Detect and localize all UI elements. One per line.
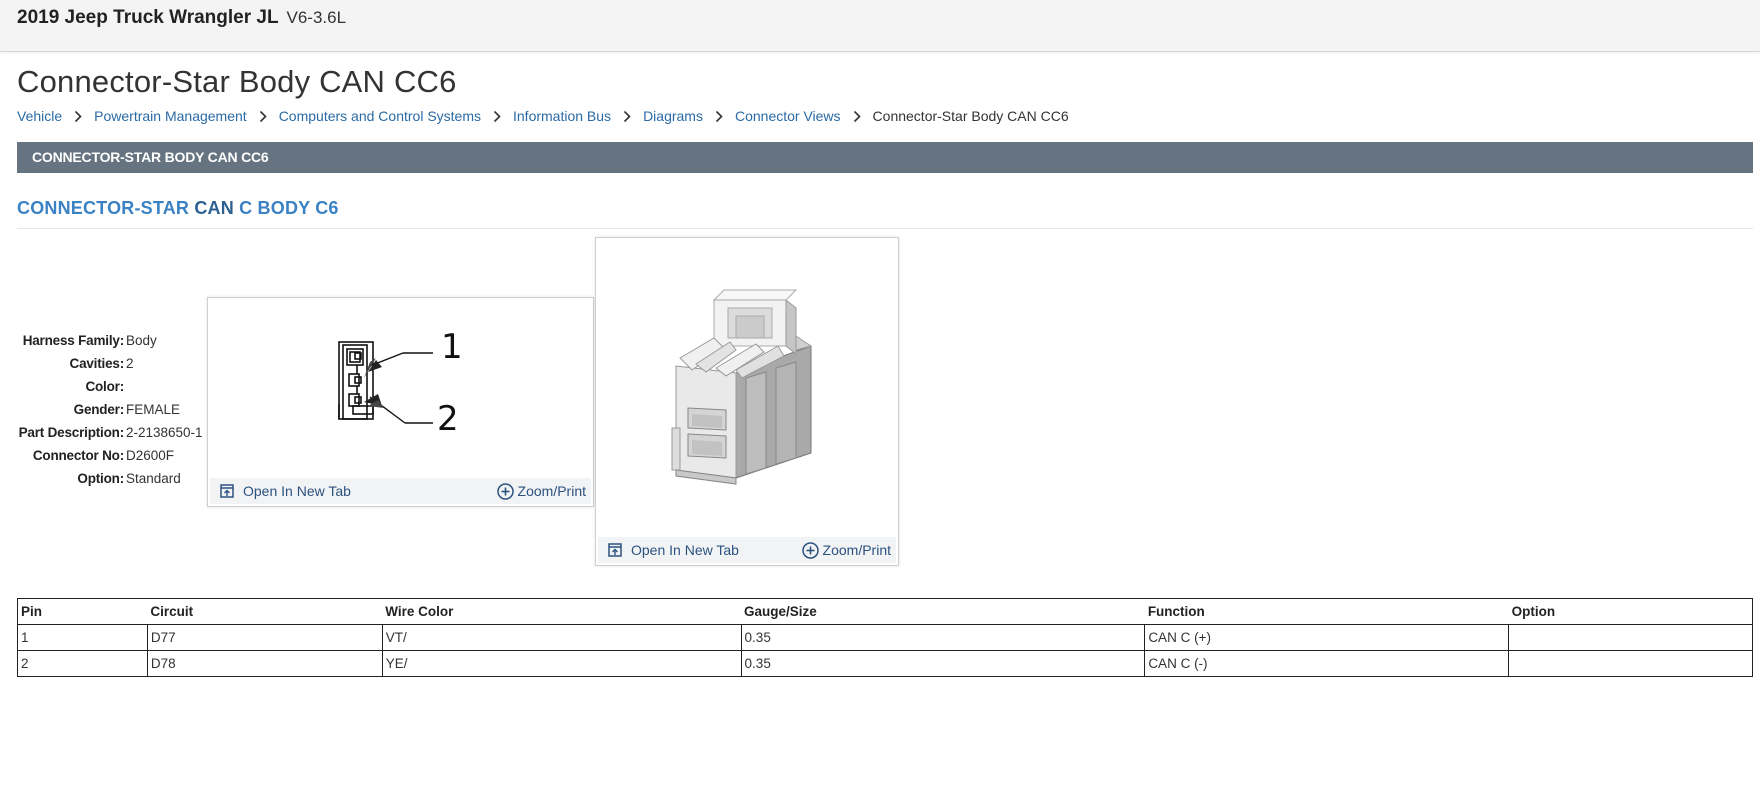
cell-pin: 1 — [17, 624, 148, 651]
chevron-right-icon — [62, 110, 94, 123]
breadcrumb-information-bus[interactable]: Information Bus — [513, 108, 611, 124]
breadcrumb-diagrams[interactable]: Diagrams — [643, 108, 703, 124]
property-connector-no: Connector No: D2600F — [17, 444, 203, 467]
zoom-plus-icon — [801, 541, 819, 559]
property-label: Part Description: — [18, 425, 125, 440]
property-value: FEMALE — [126, 402, 181, 417]
property-value: Standard — [126, 471, 181, 486]
heading-divider — [17, 228, 1753, 229]
zoom-plus-icon — [496, 482, 514, 500]
chevron-right-icon — [841, 110, 873, 123]
property-value: 2 — [126, 356, 134, 371]
property-value: D2600F — [126, 448, 175, 463]
connector-3d-render[interactable] — [596, 238, 898, 538]
column-header-wire-color: Wire Color — [382, 598, 742, 625]
open-in-new-tab-link[interactable]: Open In New Tab — [598, 542, 739, 558]
property-color: Color: — [17, 375, 203, 398]
heading-part-1: CONNECTOR-STAR — [17, 198, 195, 218]
pin-table: Pin Circuit Wire Color Gauge/Size Functi… — [17, 598, 1753, 677]
zoom-print-label: Zoom/Print — [517, 483, 586, 499]
column-header-circuit: Circuit — [147, 598, 383, 625]
cell-option — [1508, 624, 1753, 651]
property-gender: Gender: FEMALE — [17, 398, 203, 421]
breadcrumb-computers-control-systems[interactable]: Computers and Control Systems — [279, 108, 481, 124]
image-card-footer: Open In New Tab Zoom/Print — [210, 478, 591, 504]
image-card-footer: Open In New Tab Zoom/Print — [598, 537, 896, 563]
connector-3d-image-card: Open In New Tab Zoom/Print — [595, 237, 899, 566]
vehicle-engine: V6-3.6L — [286, 8, 347, 27]
open-new-tab-icon — [220, 484, 234, 498]
zoom-print-link[interactable]: Zoom/Print — [801, 541, 896, 559]
table-row: 2 D78 YE/ 0.35 CAN C (-) — [17, 650, 1753, 677]
cell-wire-color: VT/ — [381, 624, 742, 651]
cell-gauge-size: 0.35 — [740, 624, 1146, 651]
cell-circuit: D77 — [146, 624, 383, 651]
chevron-right-icon — [247, 110, 279, 123]
page-title: Connector-Star Body CAN CC6 — [17, 64, 457, 99]
breadcrumb-vehicle[interactable]: Vehicle — [17, 108, 62, 124]
open-in-new-tab-label: Open In New Tab — [631, 542, 739, 558]
zoom-print-link[interactable]: Zoom/Print — [496, 482, 591, 500]
chevron-right-icon — [481, 110, 513, 123]
section-header-bar: CONNECTOR-STAR BODY CAN CC6 — [17, 142, 1753, 173]
breadcrumb-connector-views[interactable]: Connector Views — [735, 108, 841, 124]
cell-option — [1508, 650, 1753, 677]
connector-properties: Harness Family: Body Cavities: 2 Color: … — [17, 329, 203, 490]
connector-face-diagram[interactable]: 1 2 — [208, 298, 593, 479]
heading-part-2: CAN — [194, 198, 234, 218]
breadcrumb: Vehicle Powertrain Management Computers … — [17, 107, 1069, 125]
property-label: Gender: — [73, 402, 125, 417]
heading-part-3: C BODY C6 — [233, 198, 339, 218]
property-part-description: Part Description: 2-2138650-1 — [17, 421, 203, 444]
property-label: Connector No: — [32, 448, 124, 463]
callout-2: 2 — [437, 399, 459, 439]
column-header-pin: Pin — [17, 598, 148, 625]
open-in-new-tab-label: Open In New Tab — [243, 483, 351, 499]
connector-face-image-card: 1 2 Open In New Tab Zoom/Print — [207, 297, 594, 507]
property-value: 2-2138650-1 — [126, 425, 203, 440]
property-harness-family: Harness Family: Body — [17, 329, 203, 352]
cell-wire-color: YE/ — [381, 650, 742, 677]
open-in-new-tab-link[interactable]: Open In New Tab — [210, 483, 351, 499]
column-header-option: Option — [1508, 598, 1753, 625]
zoom-print-label: Zoom/Print — [822, 542, 891, 558]
property-label: Color: — [85, 379, 124, 394]
property-label: Cavities: — [69, 356, 125, 371]
cell-pin: 2 — [17, 650, 148, 677]
property-cavities: Cavities: 2 — [17, 352, 203, 375]
vehicle-name: 2019 Jeep Truck Wrangler JL — [17, 7, 279, 28]
property-label: Option: — [77, 471, 124, 486]
chevron-right-icon — [703, 110, 735, 123]
breadcrumb-powertrain-management[interactable]: Powertrain Management — [94, 108, 247, 124]
table-header-row: Pin Circuit Wire Color Gauge/Size Functi… — [17, 598, 1753, 625]
open-new-tab-icon — [608, 543, 622, 557]
column-header-function: Function — [1144, 598, 1509, 625]
breadcrumb-current: Connector-Star Body CAN CC6 — [872, 108, 1069, 124]
top-bar: 2019 Jeep Truck Wrangler JL V6-3.6L — [0, 0, 1760, 52]
cell-circuit: D78 — [146, 650, 383, 677]
vehicle-title: 2019 Jeep Truck Wrangler JL V6-3.6L — [17, 7, 346, 29]
column-header-gauge-size: Gauge/Size — [741, 598, 1145, 625]
cell-function: CAN C (-) — [1144, 650, 1510, 677]
property-option: Option: Standard — [17, 467, 203, 490]
chevron-right-icon — [611, 110, 643, 123]
callout-1: 1 — [441, 327, 463, 367]
table-row: 1 D77 VT/ 0.35 CAN C (+) — [17, 624, 1753, 651]
property-label: Harness Family: — [22, 333, 124, 348]
cell-gauge-size: 0.35 — [740, 650, 1146, 677]
cell-function: CAN C (+) — [1144, 624, 1510, 651]
connector-heading: CONNECTOR-STAR CAN C BODY C6 — [17, 198, 339, 219]
property-value: Body — [126, 333, 157, 348]
